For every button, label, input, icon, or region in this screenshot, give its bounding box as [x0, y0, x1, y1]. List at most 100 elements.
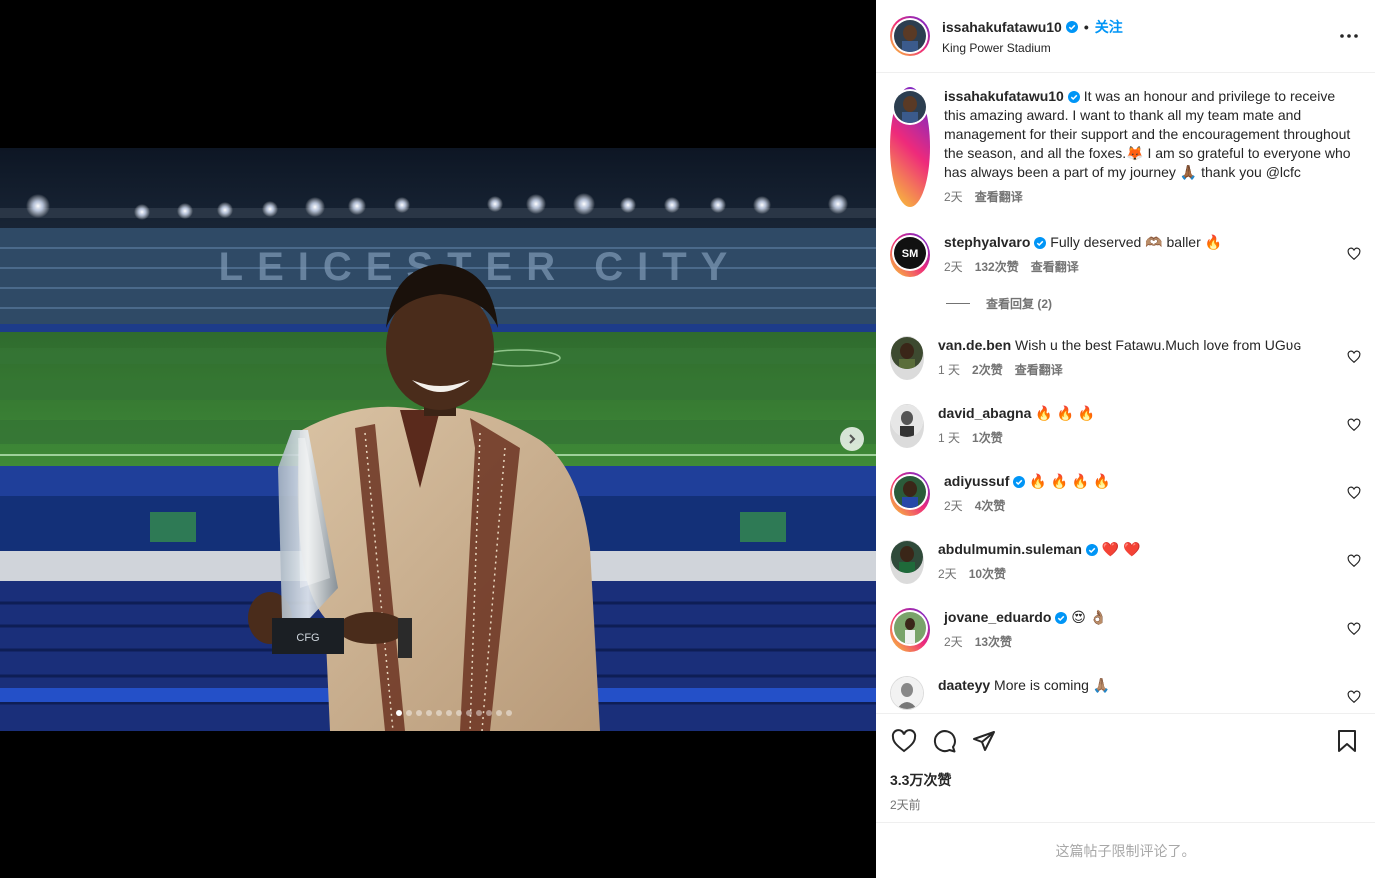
comments-list[interactable]: issahakufatawu10 It was an honour and pr… [876, 73, 1375, 713]
comment-time: 2天 [944, 260, 963, 274]
comment-likes[interactable]: 4次赞 [975, 497, 1006, 516]
comment-bubble-icon [933, 730, 956, 753]
caption: issahakufatawu10 It was an honour and pr… [890, 87, 1361, 207]
comment-avatar[interactable]: SM [890, 233, 930, 277]
carousel-dot [466, 710, 472, 716]
like-comment-icon[interactable] [1347, 554, 1361, 568]
comment-item: jovane_eduardo 😍 👌🏽 2天 13次赞 [890, 608, 1361, 652]
carousel-indicators [396, 710, 512, 716]
author-username[interactable]: issahakufatawu10 [942, 19, 1062, 35]
comment-item: daateyy More is coming 🙏🏽 [890, 676, 1361, 710]
caption-username[interactable]: issahakufatawu10 [944, 88, 1064, 104]
comment-avatar[interactable] [890, 336, 924, 380]
translate-link[interactable]: 查看翻译 [1015, 361, 1063, 380]
like-comment-icon[interactable] [1347, 622, 1361, 636]
replies-divider [946, 303, 970, 304]
comment-text: Fully deserved 🫶🏽 baller 🔥 [1050, 234, 1223, 250]
like-comment-icon[interactable] [1347, 247, 1361, 261]
follow-button[interactable]: 关注 [1095, 17, 1123, 37]
verified-badge-icon [1085, 544, 1098, 557]
comment-avatar[interactable] [890, 540, 924, 584]
next-image-button[interactable] [840, 427, 864, 451]
comment-text: More is coming 🙏🏽 [994, 677, 1111, 693]
heart-icon [891, 729, 917, 753]
comment-username[interactable]: jovane_eduardo [944, 609, 1051, 625]
comment-text: 🔥 🔥 🔥 🔥 [1029, 473, 1111, 489]
post-actions-area: 3.3万次赞 2天前 [876, 713, 1375, 813]
svg-text:CFG: CFG [296, 632, 319, 644]
comment-text: Wish u the best Fatawu.Much love from UG… [1015, 337, 1302, 353]
carousel-dot [456, 710, 462, 716]
comment-button[interactable] [930, 727, 958, 755]
comment-avatar[interactable] [890, 676, 924, 710]
carousel-dot [416, 710, 422, 716]
post-time: 2天前 [890, 798, 921, 812]
header-separator: • [1083, 19, 1089, 35]
comments-limited-notice: 这篇帖子限制评论了。 [876, 822, 1375, 878]
translate-link[interactable]: 查看翻译 [1031, 258, 1079, 277]
comment-item: SM stephyalvaro Fully deserved 🫶🏽 baller… [890, 233, 1361, 277]
like-comment-icon[interactable] [1347, 350, 1361, 364]
post-side-panel: issahakufatawu10 • 关注 King Power Stadium [876, 0, 1375, 878]
comment-text: ❤️ ❤️ [1101, 541, 1141, 557]
caption-time: 2天 [944, 190, 963, 204]
more-options-button[interactable] [1337, 24, 1361, 48]
comment-username[interactable]: adiyussuf [944, 473, 1009, 489]
carousel-dot [506, 710, 512, 716]
like-comment-icon[interactable] [1347, 690, 1361, 704]
comment-likes[interactable]: 13次赞 [975, 633, 1012, 652]
comment-avatar[interactable] [890, 608, 930, 652]
comment-username[interactable]: stephyalvaro [944, 234, 1030, 250]
like-comment-icon[interactable] [1347, 486, 1361, 500]
translate-link[interactable]: 查看翻译 [975, 188, 1023, 207]
comment-likes[interactable]: 10次赞 [969, 565, 1006, 584]
share-button[interactable] [970, 727, 998, 755]
comment-avatar[interactable] [890, 472, 930, 516]
post-location[interactable]: King Power Stadium [942, 41, 1337, 55]
verified-badge-icon [1055, 612, 1068, 625]
verified-badge-icon [1013, 476, 1026, 489]
comment-likes[interactable]: 1次赞 [972, 429, 1003, 448]
comment-likes[interactable]: 2次赞 [972, 361, 1003, 380]
verified-badge-icon [1065, 21, 1078, 33]
comment-time: 2天 [944, 499, 963, 513]
comment-text: 😍 👌🏽 [1071, 609, 1108, 625]
carousel-dot [476, 710, 482, 716]
comment-likes[interactable]: 132次赞 [975, 258, 1019, 277]
carousel-dot [406, 710, 412, 716]
comment-item: david_abagna 🔥 🔥 🔥 1 天 1次赞 [890, 404, 1361, 448]
verified-badge-icon [1067, 91, 1080, 104]
carousel-dot [446, 710, 452, 716]
comment-username[interactable]: van.de.ben [938, 337, 1011, 353]
carousel-dot [396, 710, 402, 716]
comment-text: 🔥 🔥 🔥 [1035, 405, 1096, 421]
save-button[interactable] [1333, 727, 1361, 755]
like-comment-icon[interactable] [1347, 418, 1361, 432]
comment-username[interactable]: daateyy [938, 677, 990, 693]
comment-time: 1 天 [938, 363, 961, 377]
carousel-dot [426, 710, 432, 716]
comment-time: 1 天 [938, 431, 961, 445]
bookmark-icon [1338, 730, 1356, 752]
comment-username[interactable]: david_abagna [938, 405, 1031, 421]
action-bar [890, 714, 1361, 768]
author-avatar[interactable] [890, 16, 930, 56]
comment-avatar[interactable] [890, 404, 924, 448]
caption-avatar[interactable] [890, 87, 930, 207]
chevron-right-icon [849, 434, 856, 444]
comment-time: 2天 [944, 635, 963, 649]
comment-time: 2天 [938, 567, 957, 581]
like-count[interactable]: 3.3万次赞 [890, 770, 1361, 790]
like-button[interactable] [890, 727, 918, 755]
comment-item: abdulmumin.suleman ❤️ ❤️ 2天 10次赞 [890, 540, 1361, 584]
post-header: issahakufatawu10 • 关注 King Power Stadium [876, 0, 1375, 73]
svg-text:SM: SM [902, 248, 919, 260]
view-replies-button[interactable]: 查看回复 (2) [946, 295, 1361, 312]
send-icon [973, 731, 995, 751]
post-media: LEICESTER CITY CFG [0, 0, 876, 878]
carousel-dot [486, 710, 492, 716]
comment-item: adiyussuf 🔥 🔥 🔥 🔥 2天 4次赞 [890, 472, 1361, 516]
comment-username[interactable]: abdulmumin.suleman [938, 541, 1082, 557]
comment-item: van.de.ben Wish u the best Fatawu.Much l… [890, 336, 1361, 380]
carousel-dot [496, 710, 502, 716]
